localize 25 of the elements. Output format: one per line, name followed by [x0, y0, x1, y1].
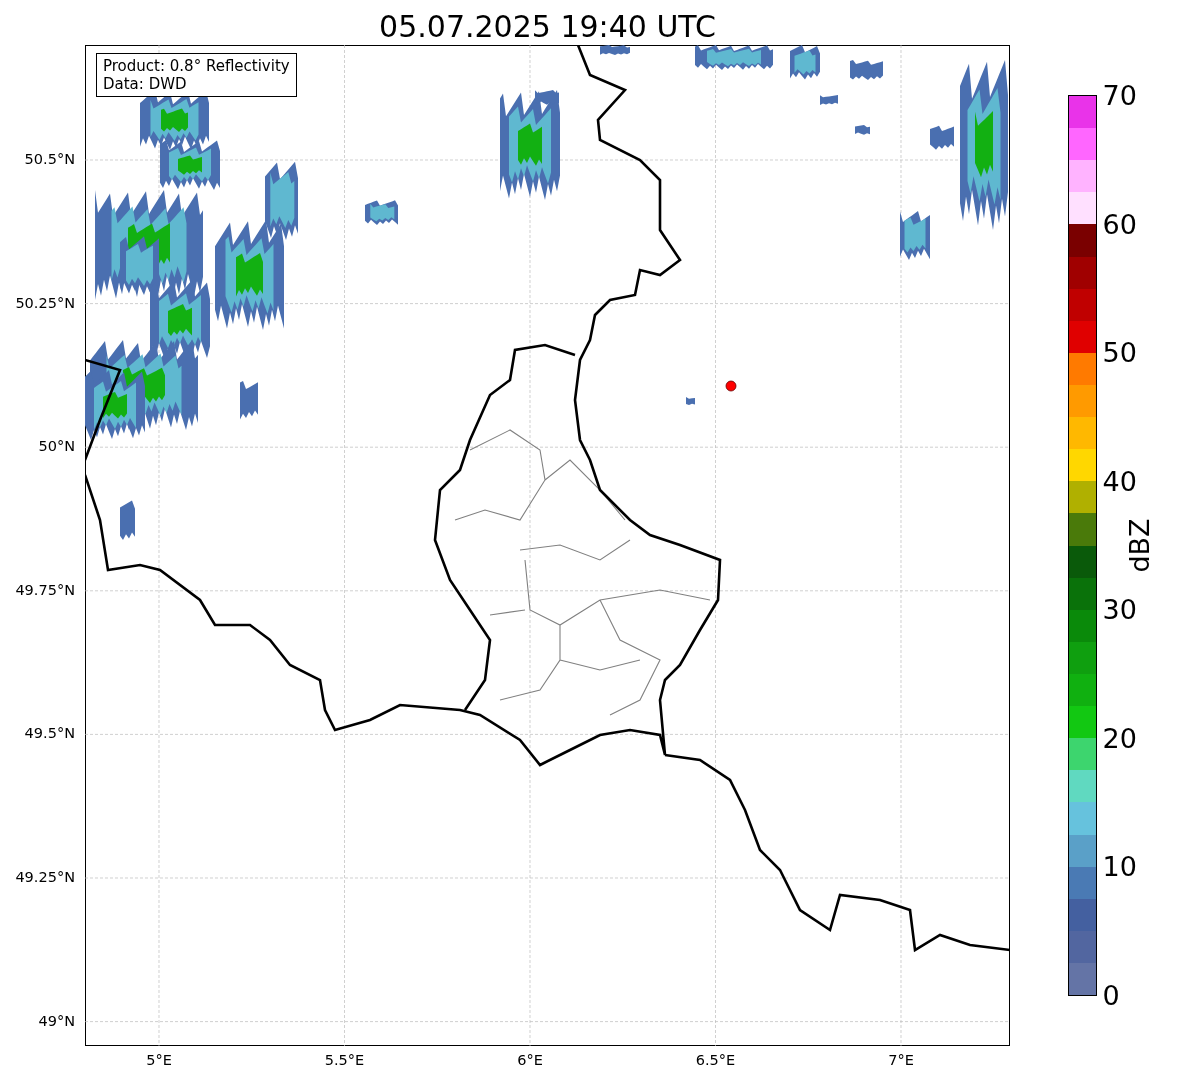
y-tick-label: 50°N [38, 438, 75, 455]
x-tick-label: 7°E [888, 1052, 914, 1068]
x-tick-label: 5.5°E [324, 1052, 365, 1068]
colorbar-tick-label: 70 [1102, 79, 1137, 111]
colorbar-tick-label: 40 [1102, 465, 1137, 497]
colorbar-tick-label: 10 [1102, 850, 1137, 882]
y-tick-label: 49.25°N [15, 869, 75, 885]
colorbar-label: dBZ [1123, 518, 1155, 573]
y-tick-label: 49°N [38, 1012, 75, 1029]
x-tick-label: 5°E [146, 1052, 172, 1068]
colorbar-tick-label: 30 [1102, 593, 1137, 625]
colorbar-tick-label: 60 [1102, 208, 1137, 240]
x-tick-label: 6.5°E [695, 1052, 736, 1068]
colorbar-tick-label: 20 [1102, 722, 1137, 754]
x-tick-label: 6°E [517, 1052, 543, 1068]
info-text: Product: 0.8° Reflectivity [103, 57, 290, 75]
info-text: Data: DWD [103, 75, 188, 93]
y-tick-label: 49.75°N [15, 581, 75, 598]
y-tick-label: 49.5°N [24, 725, 75, 742]
chart-title: 05.07.2025 19:40 UTC [378, 9, 717, 45]
colorbar-tick-label: 0 [1102, 979, 1120, 1011]
site-marker [725, 380, 737, 392]
y-tick-label: 50.5°N [24, 151, 75, 167]
colorbar-tick-label: 50 [1102, 336, 1137, 368]
y-tick-label: 50.25°N [15, 294, 75, 311]
